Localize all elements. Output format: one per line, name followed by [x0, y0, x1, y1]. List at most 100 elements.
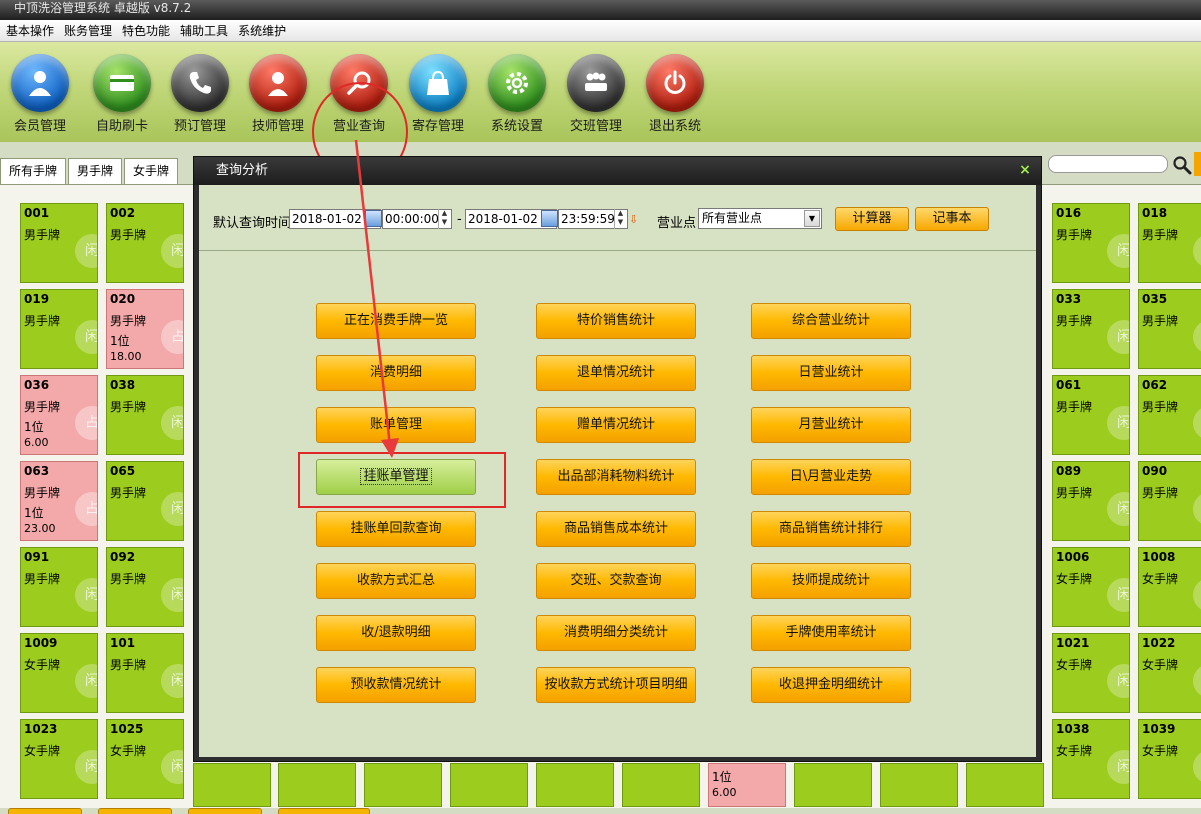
- tag-card-partial[interactable]: [450, 763, 528, 807]
- tag-card-partial[interactable]: [364, 763, 442, 807]
- tag-card-partial[interactable]: [278, 763, 356, 807]
- down-arrow-icon[interactable]: ⇩: [629, 213, 638, 226]
- menu-tools[interactable]: 辅助工具: [180, 22, 228, 39]
- function-button[interactable]: 按收款方式统计项目明细: [536, 667, 696, 703]
- tag-card[interactable]: 065 男手牌闲: [106, 461, 184, 541]
- tag-card[interactable]: 020 男手牌 1位 18.00 占: [106, 289, 184, 369]
- bottom-button[interactable]: [98, 808, 172, 814]
- tag-card-partial[interactable]: [622, 763, 700, 807]
- tag-card[interactable]: 1023 女手牌闲: [20, 719, 98, 799]
- tag-card-partial[interactable]: 1位 6.00: [708, 763, 786, 807]
- toolbar-exit-button[interactable]: 退出系统: [637, 54, 713, 134]
- function-button[interactable]: 日\月营业走势: [751, 459, 911, 495]
- tag-card[interactable]: 033 男手牌闲: [1052, 289, 1130, 369]
- tab-all-tags[interactable]: 所有手牌: [0, 158, 67, 184]
- tag-card-partial[interactable]: [794, 763, 872, 807]
- tag-card[interactable]: 092 男手牌闲: [106, 547, 184, 627]
- function-button[interactable]: 商品销售成本统计: [536, 511, 696, 547]
- locate-button[interactable]: [1194, 152, 1201, 176]
- tag-card-partial[interactable]: [880, 763, 958, 807]
- function-button[interactable]: 预收款情况统计: [316, 667, 476, 703]
- toolbar-technician-button[interactable]: 技师管理: [240, 54, 316, 134]
- function-button[interactable]: 账单管理: [316, 407, 476, 443]
- function-button[interactable]: 综合营业统计: [751, 303, 911, 339]
- tag-card[interactable]: 1021 女手牌闲: [1052, 633, 1130, 713]
- function-button-label: 日营业统计: [798, 365, 864, 380]
- toolbar-storage-button[interactable]: 寄存管理: [400, 54, 476, 134]
- function-button[interactable]: 正在消费手牌一览: [316, 303, 476, 339]
- function-button[interactable]: 收/退款明细: [316, 615, 476, 651]
- tag-card[interactable]: 089 男手牌闲: [1052, 461, 1130, 541]
- spinner-icon[interactable]: ▲ ▼: [438, 209, 450, 229]
- function-button[interactable]: 退单情况统计: [536, 355, 696, 391]
- tag-card[interactable]: 1006 女手牌闲: [1052, 547, 1130, 627]
- menu-maintenance[interactable]: 系统维护: [238, 22, 286, 39]
- function-button[interactable]: 技师提成统计: [751, 563, 911, 599]
- calendar-icon[interactable]: [365, 210, 382, 227]
- business-point-select[interactable]: 所有营业点 ▼: [698, 208, 822, 229]
- tag-card[interactable]: 1025 女手牌闲: [106, 719, 184, 799]
- chevron-down-icon: ▼: [804, 210, 820, 227]
- function-button[interactable]: 商品销售统计排行: [751, 511, 911, 547]
- tag-card[interactable]: 1009 女手牌闲: [20, 633, 98, 713]
- bottom-button[interactable]: [278, 808, 370, 814]
- function-button[interactable]: 月营业统计: [751, 407, 911, 443]
- toolbar-label: 交班管理: [569, 119, 622, 134]
- tag-card[interactable]: 062 男手牌闲: [1138, 375, 1201, 455]
- bottom-button[interactable]: [8, 808, 82, 814]
- tag-card-partial[interactable]: [193, 763, 271, 807]
- tag-card[interactable]: 063 男手牌 1位 23.00 占: [20, 461, 98, 541]
- tag-card[interactable]: 091 男手牌闲: [20, 547, 98, 627]
- tag-card[interactable]: 1022 女手牌闲: [1138, 633, 1201, 713]
- tab-male-tags[interactable]: 男手牌: [68, 158, 123, 184]
- tag-card[interactable]: 001 男手牌闲: [20, 203, 98, 283]
- function-button[interactable]: 收退押金明细统计: [751, 667, 911, 703]
- function-button[interactable]: 出品部消耗物料统计: [536, 459, 696, 495]
- tag-card[interactable]: 1008 女手牌闲: [1138, 547, 1201, 627]
- function-button[interactable]: 特价销售统计: [536, 303, 696, 339]
- toolbar-card-button[interactable]: 自助刷卡: [84, 54, 160, 134]
- magnifier-icon[interactable]: [1172, 155, 1192, 175]
- bottom-button[interactable]: [188, 808, 262, 814]
- tag-card[interactable]: 038 男手牌闲: [106, 375, 184, 455]
- free-icon: 闲: [1193, 234, 1201, 268]
- notepad-button[interactable]: 记事本: [915, 207, 989, 231]
- menu-features[interactable]: 特色功能: [122, 22, 170, 39]
- tag-type: 女手牌: [24, 744, 61, 758]
- tag-card[interactable]: 061 男手牌闲: [1052, 375, 1130, 455]
- tag-card[interactable]: 002 男手牌闲: [106, 203, 184, 283]
- function-button[interactable]: 挂账单回款查询: [316, 511, 476, 547]
- tag-card[interactable]: 090 男手牌闲: [1138, 461, 1201, 541]
- toolbar-booking-button[interactable]: 预订管理: [162, 54, 238, 134]
- menu-basic-ops[interactable]: 基本操作: [6, 22, 54, 39]
- occupied-icon: 占: [75, 492, 97, 526]
- function-button[interactable]: 日营业统计: [751, 355, 911, 391]
- function-button[interactable]: 赠单情况统计: [536, 407, 696, 443]
- spinner-icon[interactable]: ▲ ▼: [614, 209, 626, 229]
- toolbar-settings-button[interactable]: 系统设置: [479, 54, 555, 134]
- tag-card[interactable]: 016 男手牌闲: [1052, 203, 1130, 283]
- tag-search-input[interactable]: [1048, 155, 1168, 173]
- close-icon[interactable]: ×: [1017, 162, 1033, 178]
- function-button[interactable]: 手牌使用率统计: [751, 615, 911, 651]
- tag-card-partial[interactable]: [966, 763, 1044, 807]
- tag-card[interactable]: 036 男手牌 1位 6.00 占: [20, 375, 98, 455]
- function-button[interactable]: 消费明细: [316, 355, 476, 391]
- tag-card[interactable]: 101 男手牌闲: [106, 633, 184, 713]
- function-button[interactable]: 交班、交款查询: [536, 563, 696, 599]
- tag-card-partial[interactable]: [536, 763, 614, 807]
- tag-card[interactable]: 1038 女手牌闲: [1052, 719, 1130, 799]
- tag-card[interactable]: 035 男手牌闲: [1138, 289, 1201, 369]
- tag-card[interactable]: 019 男手牌闲: [20, 289, 98, 369]
- tab-female-tags[interactable]: 女手牌: [124, 158, 179, 184]
- occupied-icon: 占: [75, 406, 97, 440]
- toolbar-shift-button[interactable]: 交班管理: [558, 54, 634, 134]
- function-button[interactable]: 消费明细分类统计: [536, 615, 696, 651]
- menu-accounts[interactable]: 账务管理: [64, 22, 112, 39]
- tag-card[interactable]: 018 男手牌闲: [1138, 203, 1201, 283]
- tag-card[interactable]: 1039 女手牌闲: [1138, 719, 1201, 799]
- toolbar-member-button[interactable]: 会员管理: [2, 54, 78, 134]
- function-button[interactable]: 收款方式汇总: [316, 563, 476, 599]
- calendar-icon[interactable]: [541, 210, 558, 227]
- calculator-button[interactable]: 计算器: [835, 207, 909, 231]
